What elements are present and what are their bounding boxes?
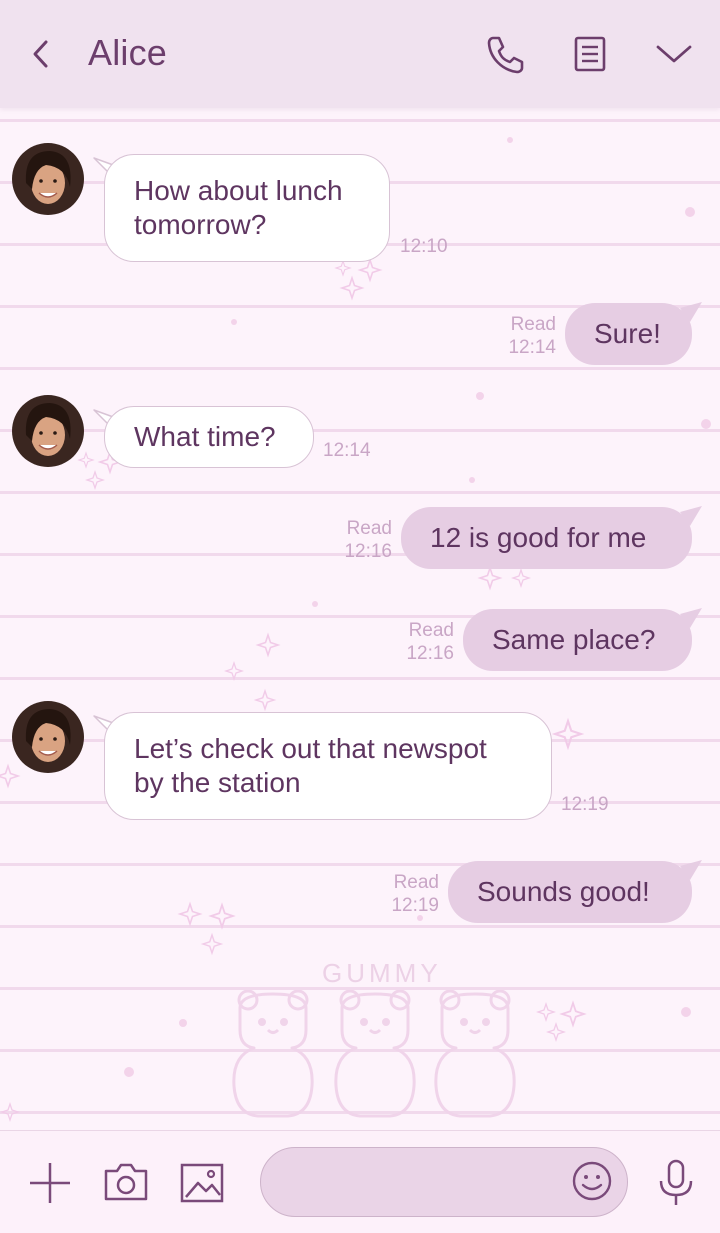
message-row-incoming: How about lunch tomorrow? 12:10: [0, 142, 720, 272]
bubble-tail: [680, 860, 702, 880]
gummy-bears-illustration: [232, 990, 516, 1118]
message-bubble-incoming[interactable]: What time?: [104, 406, 314, 468]
read-label: Read: [408, 620, 454, 641]
message-time: 12:16: [344, 541, 392, 562]
message-time: 12:19: [561, 794, 609, 815]
message-text-line: Let’s check out that newspot: [134, 733, 487, 764]
back-chevron-icon: [33, 40, 48, 68]
chevron-down-icon: [656, 45, 692, 63]
avatar[interactable]: [12, 143, 84, 215]
message-text: What time?: [134, 421, 276, 452]
message-bubble-incoming[interactable]: How about lunch tomorrow?: [104, 154, 390, 262]
person-avatar-icon: [12, 701, 84, 773]
bubble-tail: [680, 302, 702, 322]
bubble-tail: [680, 608, 702, 628]
message-row-outgoing: Read 12:14 Sure!: [0, 302, 720, 368]
camera-button[interactable]: [100, 1157, 152, 1209]
menu-dropdown-button[interactable]: [652, 32, 696, 76]
read-receipt: Read 12:16: [336, 517, 392, 563]
read-receipt: Read 12:14: [500, 313, 556, 359]
add-attachment-button[interactable]: [24, 1157, 76, 1209]
message-text: Same place?: [492, 624, 656, 655]
read-receipt: Read 12:16: [398, 619, 454, 665]
message-text-line: tomorrow?: [134, 209, 267, 240]
person-avatar-icon: [12, 395, 84, 467]
message-row-incoming: Let’s check out that newspot by the stat…: [0, 700, 720, 830]
message-text: Sure!: [594, 318, 661, 349]
message-input-container[interactable]: [260, 1147, 628, 1217]
message-row-outgoing: Read 12:19 Sounds good!: [0, 860, 720, 926]
chat-screen: Alice GUMMY How about lunch tomorrow? 12…: [0, 0, 720, 1233]
message-bubble-outgoing[interactable]: Sounds good!: [448, 861, 692, 923]
message-time: 12:10: [400, 236, 448, 257]
message-time: 12:14: [508, 337, 556, 358]
message-row-incoming: What time? 12:14: [0, 394, 720, 474]
emoji-button[interactable]: [569, 1158, 615, 1204]
chat-header: Alice: [0, 0, 720, 108]
back-button[interactable]: [26, 34, 60, 74]
message-text: 12 is good for me: [430, 522, 647, 553]
notes-icon: [574, 36, 606, 72]
person-avatar-icon: [12, 143, 84, 215]
message-bubble-outgoing[interactable]: Sure!: [565, 303, 692, 365]
avatar[interactable]: [12, 395, 84, 467]
avatar[interactable]: [12, 701, 84, 773]
read-label: Read: [393, 872, 439, 893]
read-receipt: Read 12:19: [383, 871, 439, 917]
plus-icon: [30, 1163, 70, 1203]
read-label: Read: [510, 314, 556, 335]
message-row-outgoing: Read 12:16 12 is good for me: [0, 506, 720, 572]
phone-icon: [487, 36, 524, 74]
microphone-icon: [659, 1159, 693, 1205]
message-bubble-outgoing[interactable]: Same place?: [463, 609, 692, 671]
message-text: Sounds good!: [477, 876, 650, 907]
image-icon: [180, 1163, 224, 1203]
message-time: 12:19: [391, 895, 439, 916]
message-bubble-outgoing[interactable]: 12 is good for me: [401, 507, 692, 569]
camera-icon: [104, 1163, 148, 1201]
message-text-line: How about lunch: [134, 175, 343, 206]
message-input[interactable]: [285, 1148, 569, 1217]
message-time: 12:14: [323, 440, 371, 461]
notes-button[interactable]: [568, 32, 612, 76]
message-composer: [0, 1130, 720, 1233]
message-bubble-incoming[interactable]: Let’s check out that newspot by the stat…: [104, 712, 552, 820]
message-time: 12:16: [406, 643, 454, 664]
page-title: Alice: [88, 32, 168, 73]
read-label: Read: [346, 518, 392, 539]
bubble-tail: [680, 506, 702, 526]
message-list[interactable]: GUMMY How about lunch tomorrow? 12:10 Re…: [0, 108, 720, 1130]
smiley-icon: [572, 1161, 612, 1201]
voice-button[interactable]: [650, 1157, 702, 1209]
call-button[interactable]: [484, 32, 528, 76]
gallery-button[interactable]: [176, 1157, 228, 1209]
message-row-outgoing: Read 12:16 Same place?: [0, 608, 720, 674]
message-text-line: by the station: [134, 767, 301, 798]
gummy-watermark-text: GUMMY: [322, 958, 442, 988]
